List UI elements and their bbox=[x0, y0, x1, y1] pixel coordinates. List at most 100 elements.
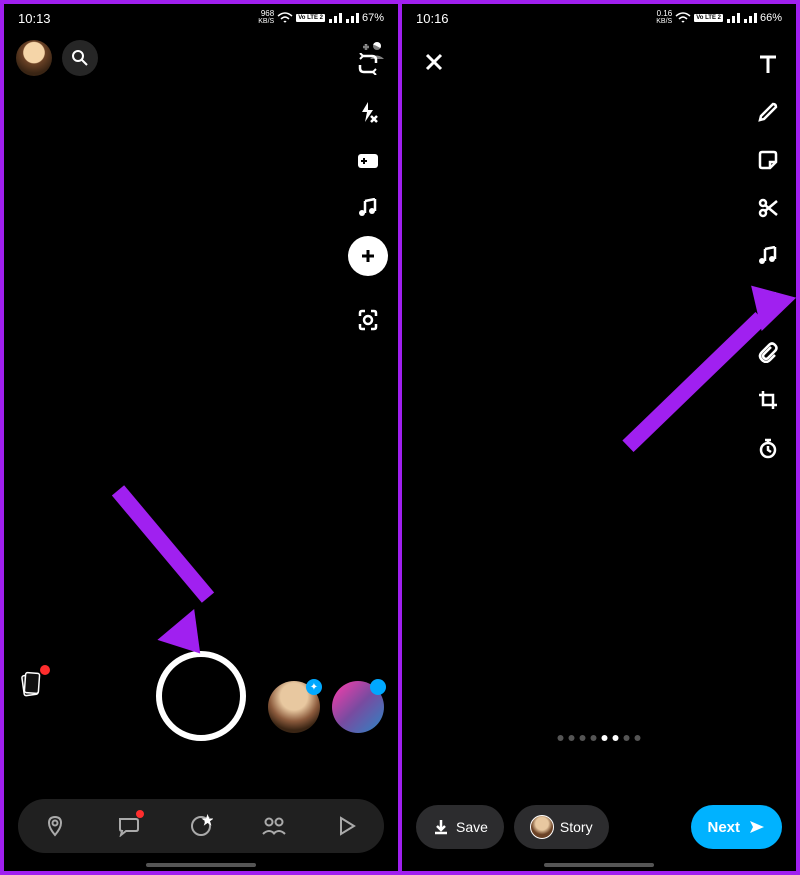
scissors-icon bbox=[757, 197, 779, 219]
dot bbox=[580, 735, 586, 741]
timer-tool-button[interactable] bbox=[750, 430, 786, 466]
save-button[interactable]: Save bbox=[416, 805, 504, 849]
signal-icon bbox=[328, 12, 342, 24]
notification-dot bbox=[136, 810, 144, 818]
dot bbox=[591, 735, 597, 741]
wifi-icon bbox=[675, 12, 691, 24]
lte-badge: Vo LTE 2 bbox=[694, 14, 723, 22]
draw-tool-button[interactable] bbox=[750, 94, 786, 130]
lens-badge-icon bbox=[370, 679, 386, 695]
story-button[interactable]: Story bbox=[514, 805, 609, 849]
flip-camera-icon bbox=[357, 53, 379, 75]
dot bbox=[569, 735, 575, 741]
shutter-button[interactable] bbox=[156, 651, 246, 741]
data-rate: 0.16 KB/S bbox=[656, 10, 672, 26]
editor-tools-column: ★ bbox=[750, 46, 786, 466]
lens-option-2[interactable] bbox=[332, 681, 384, 733]
status-bar: 10:16 0.16 KB/S Vo LTE 2 66% bbox=[402, 4, 796, 32]
next-label: Next bbox=[707, 819, 740, 836]
search-icon bbox=[71, 49, 89, 67]
editor-bottom-actions: Save Story Next bbox=[416, 805, 782, 849]
map-icon bbox=[44, 815, 66, 837]
chat-icon bbox=[117, 815, 139, 837]
dot-active bbox=[602, 735, 608, 741]
nav-map[interactable] bbox=[35, 806, 75, 846]
editor-screen: 10:16 0.16 KB/S Vo LTE 2 66% bbox=[402, 4, 796, 871]
signal-icon bbox=[726, 12, 740, 24]
flip-camera-button[interactable] bbox=[348, 44, 388, 84]
add-clip-icon bbox=[356, 150, 380, 170]
flash-button[interactable] bbox=[348, 92, 388, 132]
nav-friends[interactable] bbox=[254, 806, 294, 846]
add-clip-button[interactable] bbox=[348, 140, 388, 180]
flash-off-icon bbox=[358, 101, 378, 123]
scissors-tool-button[interactable] bbox=[750, 190, 786, 226]
add-tool-button[interactable] bbox=[348, 236, 388, 276]
story-avatar-icon bbox=[530, 815, 554, 839]
search-button[interactable] bbox=[62, 40, 98, 76]
dot bbox=[558, 735, 564, 741]
dot bbox=[613, 735, 619, 741]
camera-tools-column bbox=[348, 44, 388, 340]
friends-icon bbox=[261, 816, 287, 836]
text-tool-button[interactable] bbox=[750, 46, 786, 82]
close-icon bbox=[424, 52, 444, 72]
signal-icon-2 bbox=[345, 12, 359, 24]
battery-text: 66% bbox=[760, 12, 782, 24]
crop-icon bbox=[757, 389, 779, 411]
memories-button[interactable] bbox=[14, 669, 46, 701]
battery-text: 67% bbox=[362, 12, 384, 24]
signal-icon-2 bbox=[743, 12, 757, 24]
lens-carousel: ✦ bbox=[268, 681, 384, 733]
lens-badge-icon: ✦ bbox=[306, 679, 322, 695]
sticker-tool-button[interactable] bbox=[750, 142, 786, 178]
home-indicator bbox=[146, 863, 256, 867]
scan-button[interactable] bbox=[348, 300, 388, 340]
status-time: 10:13 bbox=[18, 11, 51, 26]
data-rate: 968 KB/S bbox=[258, 10, 274, 26]
camera-top-row bbox=[4, 32, 398, 76]
memories-badge bbox=[40, 665, 50, 675]
svg-text:★: ★ bbox=[204, 816, 211, 825]
nav-chat[interactable] bbox=[108, 806, 148, 846]
play-icon bbox=[338, 816, 356, 836]
timer-icon bbox=[757, 437, 779, 459]
camera-screen: 10:13 968 KB/S Vo LTE 2 67% bbox=[4, 4, 398, 871]
paperclip-icon bbox=[757, 341, 779, 363]
download-icon bbox=[432, 818, 450, 836]
music-icon bbox=[758, 246, 778, 266]
annotation-arrow-head bbox=[734, 269, 796, 331]
profile-avatar[interactable] bbox=[16, 40, 52, 76]
spotlight-icon: ★ bbox=[189, 814, 213, 838]
music-button[interactable] bbox=[348, 188, 388, 228]
status-bar: 10:13 968 KB/S Vo LTE 2 67% bbox=[4, 4, 398, 32]
cards-icon bbox=[17, 671, 43, 699]
plus-icon bbox=[359, 247, 377, 265]
text-icon bbox=[757, 53, 779, 75]
dot bbox=[635, 735, 641, 741]
crop-tool-button[interactable] bbox=[750, 382, 786, 418]
wifi-icon bbox=[277, 12, 293, 24]
pencil-icon bbox=[757, 101, 779, 123]
nav-play[interactable] bbox=[327, 806, 367, 846]
scan-icon bbox=[357, 309, 379, 331]
lte-badge: Vo LTE 2 bbox=[296, 14, 325, 22]
save-label: Save bbox=[456, 819, 488, 835]
sticker-icon bbox=[757, 149, 779, 171]
status-time: 10:16 bbox=[416, 11, 449, 26]
annotation-arrow bbox=[112, 485, 214, 603]
lens-option-1[interactable]: ✦ bbox=[268, 681, 320, 733]
music-icon bbox=[358, 198, 378, 218]
home-indicator bbox=[544, 863, 654, 867]
bottom-nav: ★ bbox=[18, 799, 384, 853]
dot bbox=[624, 735, 630, 741]
page-indicator bbox=[558, 735, 641, 741]
editor-top-row bbox=[402, 32, 796, 92]
next-button[interactable]: Next bbox=[691, 805, 782, 849]
story-label: Story bbox=[560, 819, 593, 835]
annotation-arrow bbox=[622, 312, 766, 452]
nav-spotlight[interactable]: ★ bbox=[181, 806, 221, 846]
send-icon bbox=[748, 819, 766, 835]
close-button[interactable] bbox=[416, 44, 452, 80]
attach-link-button[interactable] bbox=[750, 334, 786, 370]
